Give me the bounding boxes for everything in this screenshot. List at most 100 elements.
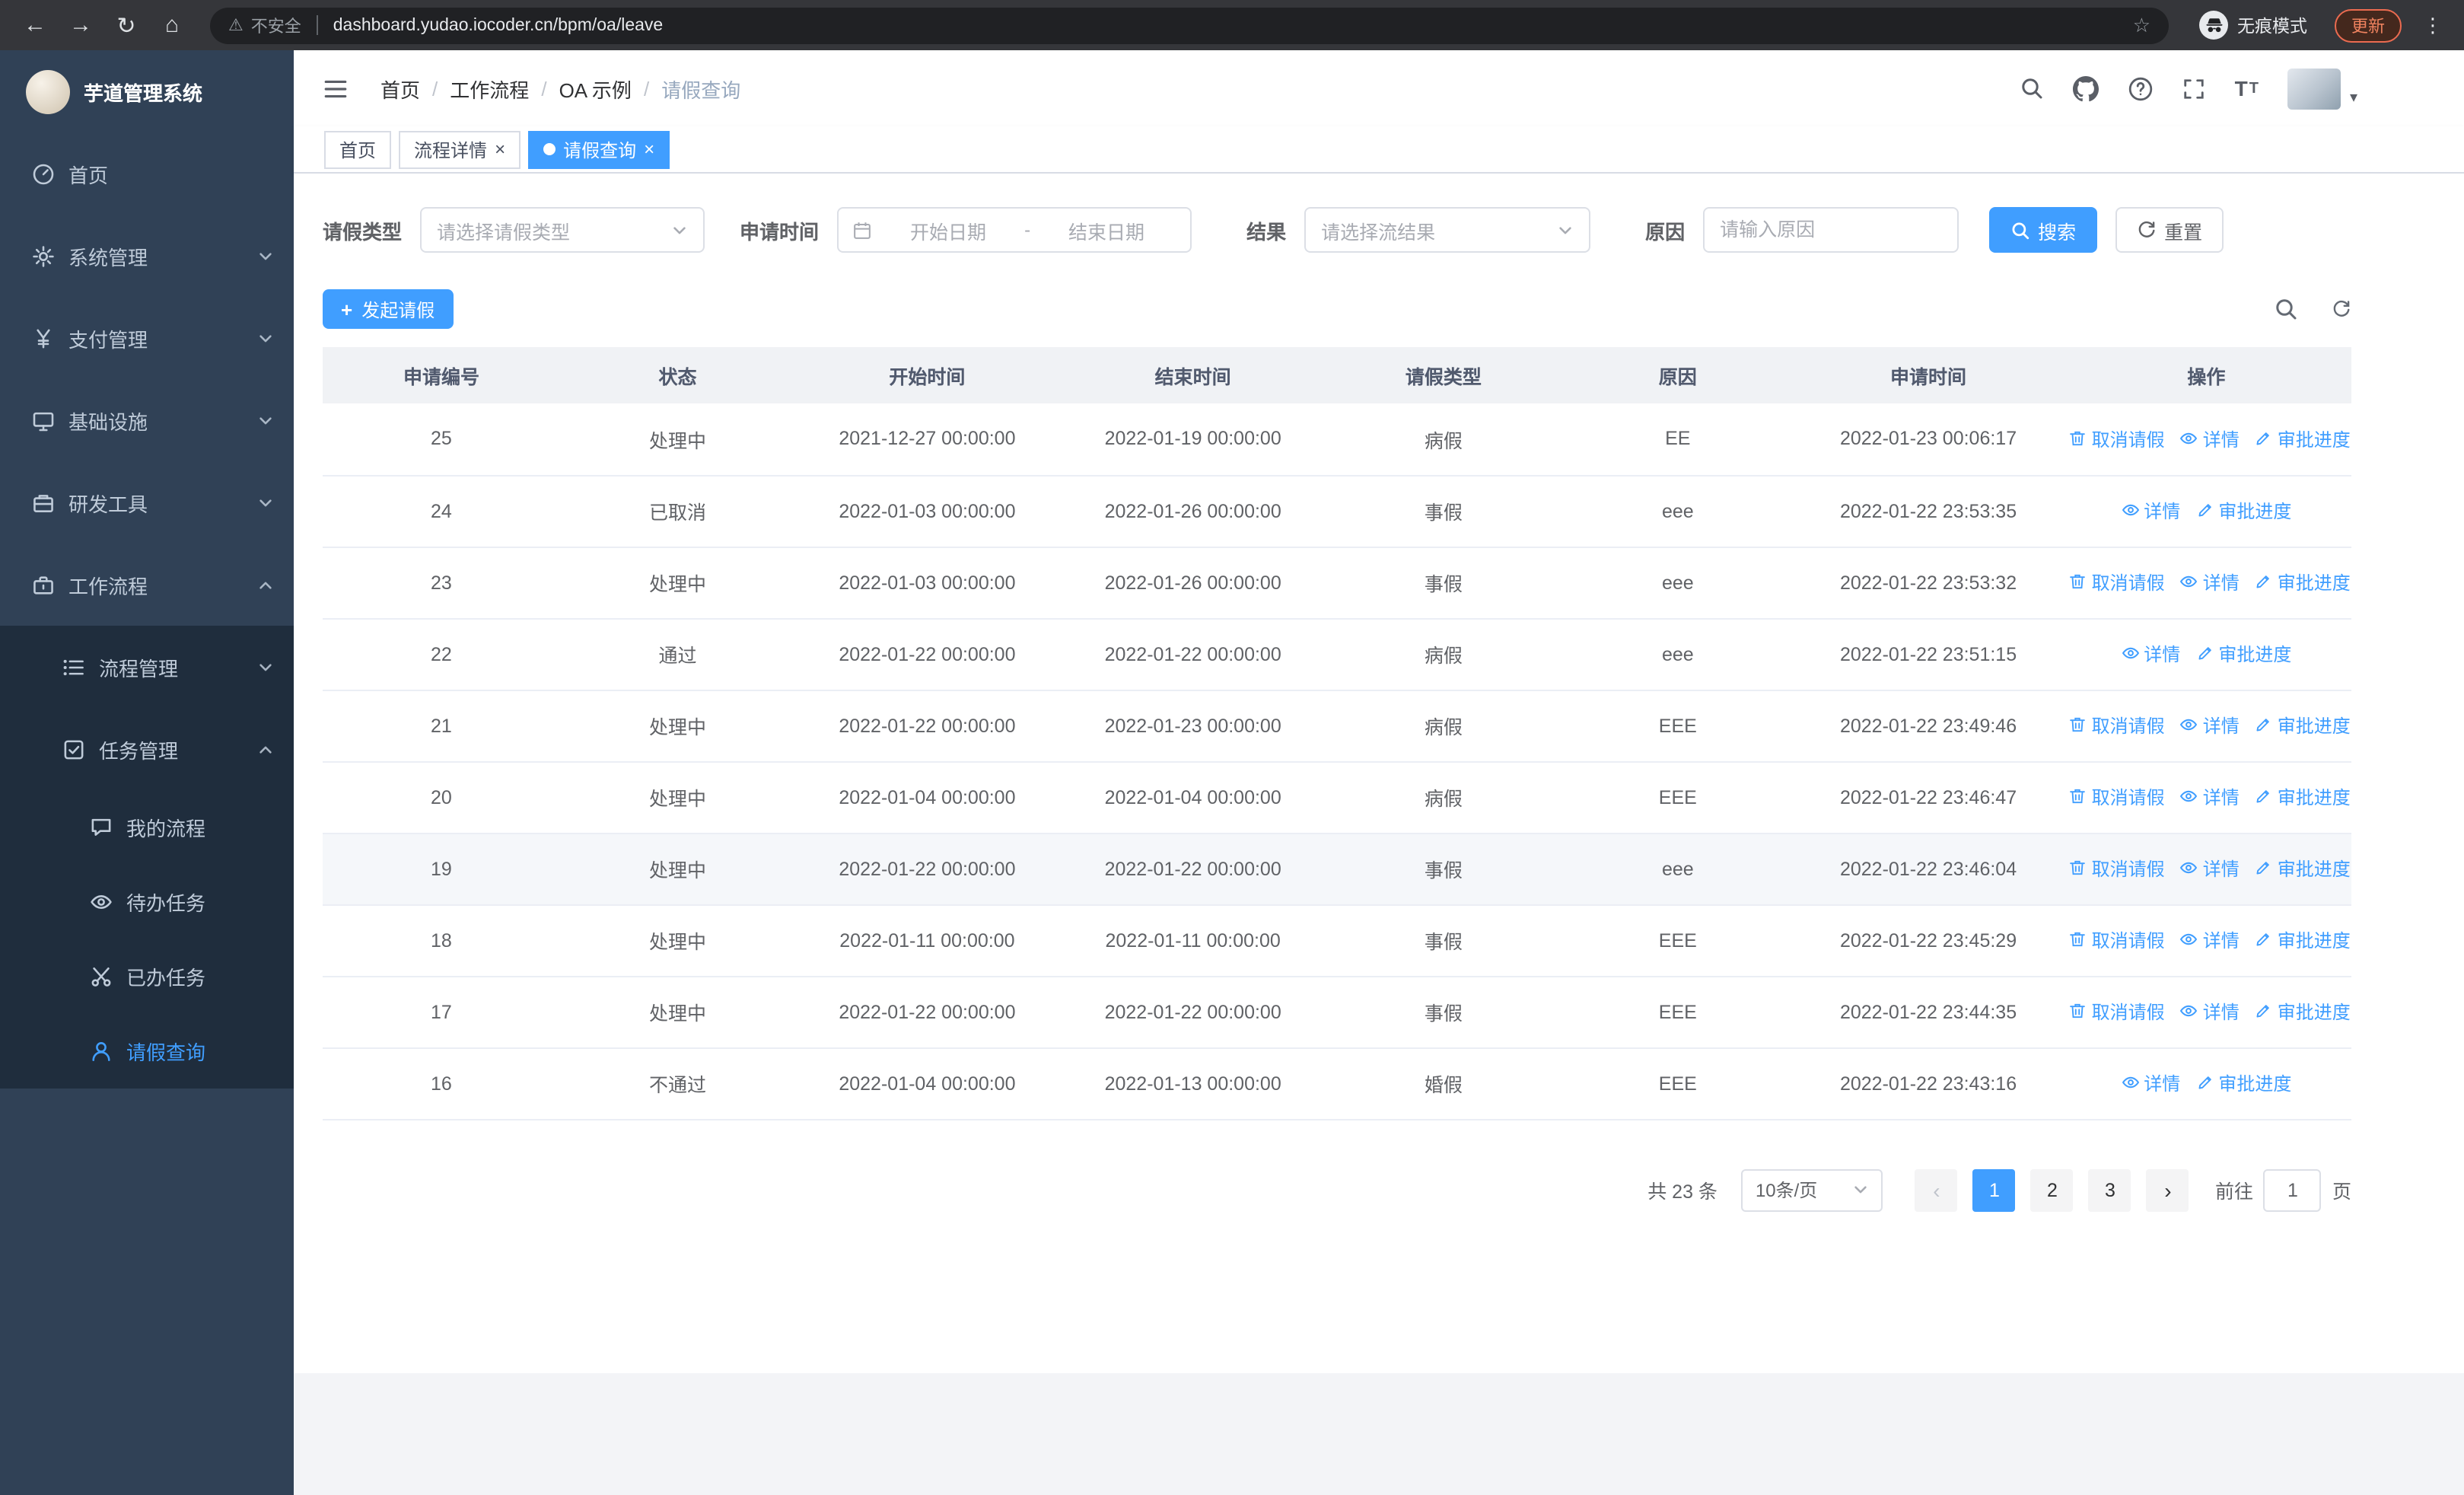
tab-home[interactable]: 首页 <box>324 130 392 168</box>
detail-action-link[interactable]: 详情 <box>2180 426 2240 451</box>
progress-action-link[interactable]: 审批进度 <box>2255 927 2351 953</box>
progress-action-link[interactable]: 审批进度 <box>2195 1070 2291 1096</box>
user-icon <box>88 1040 114 1063</box>
prev-page-button[interactable]: ‹ <box>1915 1168 1958 1211</box>
chevron-down-icon <box>257 330 274 346</box>
eye-icon <box>88 891 114 913</box>
github-icon[interactable] <box>2073 75 2099 101</box>
collapse-sidebar-icon[interactable] <box>315 75 356 101</box>
create-leave-button[interactable]: + 发起请假 <box>323 289 454 329</box>
sidebar-item-workflow[interactable]: 工作流程 <box>0 543 294 626</box>
yen-icon <box>30 327 56 349</box>
page-1-button[interactable]: 1 <box>1972 1168 2016 1211</box>
cancel-action-link[interactable]: 取消请假 <box>2069 426 2165 451</box>
goto-page-input[interactable] <box>2263 1168 2322 1211</box>
browser-reload-button[interactable]: ↻ <box>107 5 146 45</box>
apply-time-range-picker[interactable]: 开始日期 - 结束日期 <box>837 207 1192 253</box>
detail-action-link[interactable]: 详情 <box>2180 999 2240 1025</box>
search-button-label: 搜索 <box>2038 222 2077 243</box>
table-cell: 20 <box>323 761 560 834</box>
address-bar[interactable]: ⚠ 不安全 dashboard.yudao.iocoder.cn/bpm/oa/… <box>210 7 2169 43</box>
reason-input[interactable] <box>1703 207 1959 253</box>
browser-menu-icon[interactable]: ⋮ <box>2417 13 2449 37</box>
page-size-select[interactable]: 10条/页 <box>1741 1168 1883 1211</box>
detail-action-link[interactable]: 详情 <box>2121 641 2180 667</box>
sidebar-item-done-task[interactable]: 已办任务 <box>0 939 294 1014</box>
browser-home-button[interactable]: ⌂ <box>152 5 192 45</box>
progress-action-link[interactable]: 审批进度 <box>2255 784 2351 810</box>
page-2-button[interactable]: 2 <box>2030 1168 2074 1211</box>
result-select[interactable]: 请选择流结果 <box>1304 207 1591 253</box>
detail-action-link[interactable]: 详情 <box>2180 856 2240 881</box>
sidebar-item-process-mgmt[interactable]: 流程管理 <box>0 626 294 708</box>
tab-process-detail[interactable]: 流程详情 × <box>399 130 521 168</box>
sidebar-item-leave-query[interactable]: 请假查询 <box>0 1014 294 1089</box>
close-tab-icon[interactable]: × <box>644 140 654 158</box>
question-icon[interactable] <box>2128 75 2154 101</box>
sidebar-item-payment[interactable]: 支付管理 <box>0 297 294 379</box>
browser-back-button[interactable]: ← <box>15 5 55 45</box>
cancel-action-link[interactable]: 取消请假 <box>2069 999 2165 1025</box>
reset-button[interactable]: 重置 <box>2115 207 2224 253</box>
detail-action-link[interactable]: 详情 <box>2121 498 2180 524</box>
detail-action-link[interactable]: 详情 <box>2180 712 2240 738</box>
table-cell: eee <box>1560 475 1796 547</box>
detail-action-link[interactable]: 详情 <box>2121 1070 2180 1096</box>
sidebar-item-todo-task[interactable]: 待办任务 <box>0 865 294 939</box>
sidebar-item-home[interactable]: 首页 <box>0 132 294 215</box>
refresh-table-icon[interactable] <box>2332 299 2351 319</box>
sidebar-item-label: 首页 <box>68 164 109 186</box>
table-cell: 22 <box>323 618 560 690</box>
detail-action-link[interactable]: 详情 <box>2180 784 2240 810</box>
progress-action-link[interactable]: 审批进度 <box>2255 426 2351 451</box>
sidebar-item-infra[interactable]: 基础设施 <box>0 379 294 461</box>
cancel-action-link[interactable]: 取消请假 <box>2069 856 2165 881</box>
close-tab-icon[interactable]: × <box>495 140 505 158</box>
detail-action-link[interactable]: 详情 <box>2180 569 2240 595</box>
table-cell: 24 <box>323 475 560 547</box>
progress-action-link[interactable]: 审批进度 <box>2255 856 2351 881</box>
app-frame: 芋道管理系统 首页 系统管理 支付管理 基础设施 研发工具 工作流程 流程管理 任务管理 我的流… <box>0 50 2464 1495</box>
toggle-search-icon[interactable] <box>2274 297 2298 321</box>
sidebar-item-system[interactable]: 系统管理 <box>0 215 294 297</box>
cancel-action-link[interactable]: 取消请假 <box>2069 927 2165 953</box>
progress-action-link[interactable]: 审批进度 <box>2195 498 2291 524</box>
font-size-icon[interactable]: TT <box>2235 76 2259 100</box>
page-3-button[interactable]: 3 <box>2088 1168 2131 1211</box>
breadcrumb-item[interactable]: 工作流程 <box>450 74 529 103</box>
search-icon[interactable] <box>2020 76 2045 100</box>
cancel-action-link[interactable]: 取消请假 <box>2069 712 2165 738</box>
table-row: 25 处理中 2021-12-27 00:00:00 2022-01-19 00:00… <box>323 403 2351 476</box>
browser-chrome: ← → ↻ ⌂ ⚠ 不安全 dashboard.yudao.iocoder.cn… <box>0 0 2464 50</box>
table-cell: 17 <box>323 976 560 1048</box>
breadcrumb-item[interactable]: 首页 <box>380 74 420 103</box>
browser-forward-button[interactable]: → <box>61 5 100 45</box>
detail-action-link[interactable]: 详情 <box>2180 927 2240 953</box>
leave-type-select[interactable]: 请选择请假类型 <box>420 207 705 253</box>
browser-update-button[interactable]: 更新 <box>2335 8 2402 42</box>
user-avatar-menu[interactable]: ▾ <box>2287 68 2357 109</box>
incognito-icon <box>2199 11 2228 40</box>
progress-action-link[interactable]: 审批进度 <box>2255 569 2351 595</box>
fullscreen-icon[interactable] <box>2183 77 2206 100</box>
next-page-button[interactable]: › <box>2146 1168 2189 1211</box>
pen-icon <box>2255 1003 2273 1021</box>
search-button[interactable]: 搜索 <box>1989 207 2098 253</box>
progress-action-link[interactable]: 审批进度 <box>2255 712 2351 738</box>
progress-action-link[interactable]: 审批进度 <box>2255 999 2351 1025</box>
pagination: 共 23 条 10条/页 ‹ 123 › 前往 页 <box>323 1168 2351 1211</box>
navbar-icon-group: TT <box>2020 75 2259 101</box>
sidebar-item-devtools[interactable]: 研发工具 <box>0 461 294 543</box>
cancel-action-link[interactable]: 取消请假 <box>2069 569 2165 595</box>
breadcrumb-item[interactable]: OA 示例 <box>559 74 632 103</box>
progress-action-link[interactable]: 审批进度 <box>2195 641 2291 667</box>
app-logo[interactable]: 芋道管理系统 <box>0 50 294 132</box>
cancel-action-link[interactable]: 取消请假 <box>2069 784 2165 810</box>
sidebar-item-my-process[interactable]: 我的流程 <box>0 790 294 865</box>
bookmark-star-icon[interactable]: ☆ <box>2133 13 2150 37</box>
security-warning[interactable]: ⚠ 不安全 <box>228 13 301 37</box>
table-cell: EEE <box>1560 761 1796 834</box>
sidebar-item-task-mgmt[interactable]: 任务管理 <box>0 708 294 790</box>
sidebar-item-label: 已办任务 <box>126 967 206 990</box>
tab-leave-query[interactable]: 请假查询 × <box>528 130 670 168</box>
